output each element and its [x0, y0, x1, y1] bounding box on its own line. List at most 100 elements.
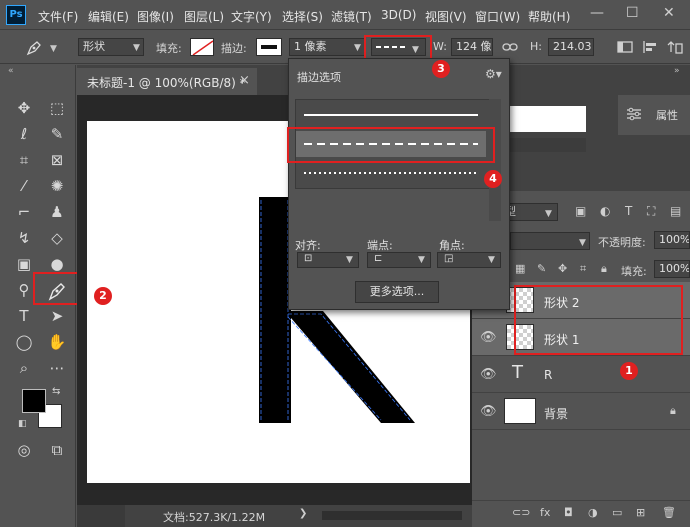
eraser-tool-icon[interactable]: ◇: [45, 226, 69, 250]
hand-tool-icon[interactable]: ✋: [45, 330, 69, 354]
filter-smart-object-icon[interactable]: ▤: [670, 204, 681, 218]
properties-icon: [627, 107, 641, 121]
quick-mask-icon[interactable]: ◎: [12, 438, 36, 462]
delete-layer-icon[interactable]: 🗑︎: [662, 506, 676, 519]
link-icon[interactable]: [502, 41, 518, 53]
minimize-button[interactable]: —: [590, 5, 604, 21]
chevron-down-icon: ▼: [346, 255, 353, 265]
document-size-info: 文档:527.3K/1.22M: [163, 511, 266, 524]
chevron-down-icon[interactable]: ▼: [50, 44, 57, 54]
quick-selection-tool-icon[interactable]: ✎: [45, 122, 69, 146]
layer-style-icon[interactable]: fx: [540, 506, 550, 519]
menu-3d[interactable]: 3D(D): [381, 8, 416, 22]
opacity-field[interactable]: 100%: [654, 231, 690, 249]
add-mask-icon[interactable]: ◘: [564, 506, 573, 519]
history-brush-tool-icon[interactable]: ↯: [12, 226, 36, 250]
move-tool-icon[interactable]: ✥: [12, 96, 36, 120]
eyedropper-tool-icon[interactable]: ⁄: [12, 174, 36, 198]
visibility-eye-icon[interactable]: 👁︎: [480, 330, 497, 345]
screen-mode-icon[interactable]: ⧉: [45, 438, 69, 462]
menu-view[interactable]: 视图(V): [425, 8, 467, 25]
path-operations-icon[interactable]: [616, 40, 634, 54]
maximize-button[interactable]: ☐: [626, 5, 639, 21]
horizontal-scrollbar[interactable]: [322, 511, 462, 520]
foreground-color-swatch[interactable]: [22, 389, 46, 413]
status-menu-arrow-icon[interactable]: ❯: [299, 508, 307, 519]
default-colors-icon[interactable]: ◧: [18, 419, 27, 429]
stroke-swatch[interactable]: [256, 38, 282, 56]
menu-select[interactable]: 选择(S): [282, 8, 323, 25]
filter-shape-icon[interactable]: ⛶: [647, 204, 655, 219]
stroke-style-solid[interactable]: [296, 102, 486, 128]
new-layer-icon[interactable]: ⊞: [636, 506, 645, 519]
menu-layer[interactable]: 图层(L): [184, 8, 224, 25]
link-layers-icon[interactable]: ⊂⊃: [512, 506, 530, 519]
brush-tool-icon[interactable]: ⌐: [12, 200, 36, 224]
spot-healing-tool-icon[interactable]: ✺: [45, 174, 69, 198]
menu-type[interactable]: 文字(Y): [231, 8, 272, 25]
lock-transparency-icon[interactable]: ▦: [515, 262, 525, 275]
stroke-align-select[interactable]: ⊡ ▼: [297, 252, 359, 268]
lock-all-icon[interactable]: 🔒︎: [601, 262, 607, 276]
document-tab[interactable]: 未标题-1 @ 100%(RGB/8) * ×: [77, 68, 257, 95]
menu-edit[interactable]: 编辑(E): [88, 8, 129, 25]
fill-label: 填充:: [156, 42, 182, 55]
stroke-caps-select[interactable]: ⊏ ▼: [367, 252, 431, 268]
stroke-style-dotted[interactable]: [296, 160, 486, 186]
zoom-tool-icon[interactable]: ⌕: [12, 356, 36, 380]
chevron-down-icon: ▼: [354, 43, 361, 53]
more-tools-icon[interactable]: ⋯: [45, 356, 69, 380]
close-tab-icon[interactable]: ×: [239, 73, 250, 88]
pen-tool-preset-icon[interactable]: [24, 38, 44, 58]
layer-row-text-r[interactable]: 👁︎ T R: [472, 356, 690, 393]
stroke-corners-select[interactable]: ◲ ▼: [437, 252, 501, 268]
properties-panel-tab[interactable]: 属性: [618, 95, 690, 135]
path-alignment-icon[interactable]: [641, 39, 659, 55]
menu-window[interactable]: 窗口(W): [475, 8, 520, 25]
swap-colors-icon[interactable]: ⇆: [52, 386, 60, 397]
lock-position-icon[interactable]: ✥: [558, 262, 567, 275]
menu-file[interactable]: 文件(F): [38, 8, 78, 25]
lock-artboard-icon[interactable]: ⌗: [580, 262, 586, 276]
height-field[interactable]: 214.03: [548, 38, 594, 56]
layers-footer: ⊂⊃ fx ◘ ◑ ▭ ⊞ 🗑︎: [472, 500, 690, 527]
layer-row-background[interactable]: 👁︎ 背景 🔒︎: [472, 393, 690, 430]
lasso-tool-icon[interactable]: ℓ: [12, 122, 36, 146]
annotation-number-2: 2: [94, 287, 112, 305]
filter-pixel-icon[interactable]: ▣: [575, 204, 586, 218]
adjustment-layer-icon[interactable]: ◑: [588, 506, 598, 519]
type-tool-icon[interactable]: T: [12, 304, 36, 328]
zoom-level-field[interactable]: [77, 505, 125, 527]
settings-gear-icon[interactable]: ⚙▾: [485, 67, 502, 81]
more-options-button[interactable]: 更多选项...: [355, 281, 439, 303]
opacity-value: 100%: [659, 233, 690, 246]
menu-help[interactable]: 帮助(H): [528, 8, 570, 25]
fill-opacity-field[interactable]: 100%: [654, 260, 690, 278]
filter-adjustment-icon[interactable]: ◐: [600, 204, 610, 218]
close-button[interactable]: ✕: [663, 5, 675, 21]
ellipse-tool-icon[interactable]: ◯: [12, 330, 36, 354]
new-group-icon[interactable]: ▭: [612, 506, 622, 519]
fill-opacity-label: 填充:: [621, 265, 647, 278]
menu-filter[interactable]: 滤镜(T): [331, 8, 372, 25]
blend-mode-select[interactable]: ▼: [510, 232, 590, 250]
menu-bar: Ps 文件(F) 编辑(E) 图像(I) 图层(L) 文字(Y) 选择(S) 滤…: [0, 0, 690, 30]
menu-image[interactable]: 图像(I): [137, 8, 174, 25]
path-selection-tool-icon[interactable]: ➤: [45, 304, 69, 328]
clone-stamp-tool-icon[interactable]: ♟: [45, 200, 69, 224]
crop-tool-icon[interactable]: ⌗: [12, 148, 36, 172]
text-layer-icon: T: [512, 362, 523, 383]
visibility-eye-icon[interactable]: 👁︎: [480, 367, 497, 382]
lock-pixels-icon[interactable]: ✎: [537, 262, 546, 275]
marquee-tool-icon[interactable]: ⬚: [45, 96, 69, 120]
width-field[interactable]: 124 像: [451, 38, 493, 56]
align-label: 对齐:: [295, 239, 321, 252]
filter-type-icon[interactable]: T: [625, 204, 632, 218]
visibility-eye-icon[interactable]: 👁︎: [480, 404, 497, 419]
height-label: H:: [530, 40, 542, 53]
frame-tool-icon[interactable]: ⊠: [45, 148, 69, 172]
fill-swatch[interactable]: [190, 38, 214, 56]
collapse-panel-icon[interactable]: «: [8, 66, 14, 76]
path-arrangement-icon[interactable]: [666, 38, 684, 56]
collapse-dock-icon[interactable]: »: [674, 66, 680, 76]
